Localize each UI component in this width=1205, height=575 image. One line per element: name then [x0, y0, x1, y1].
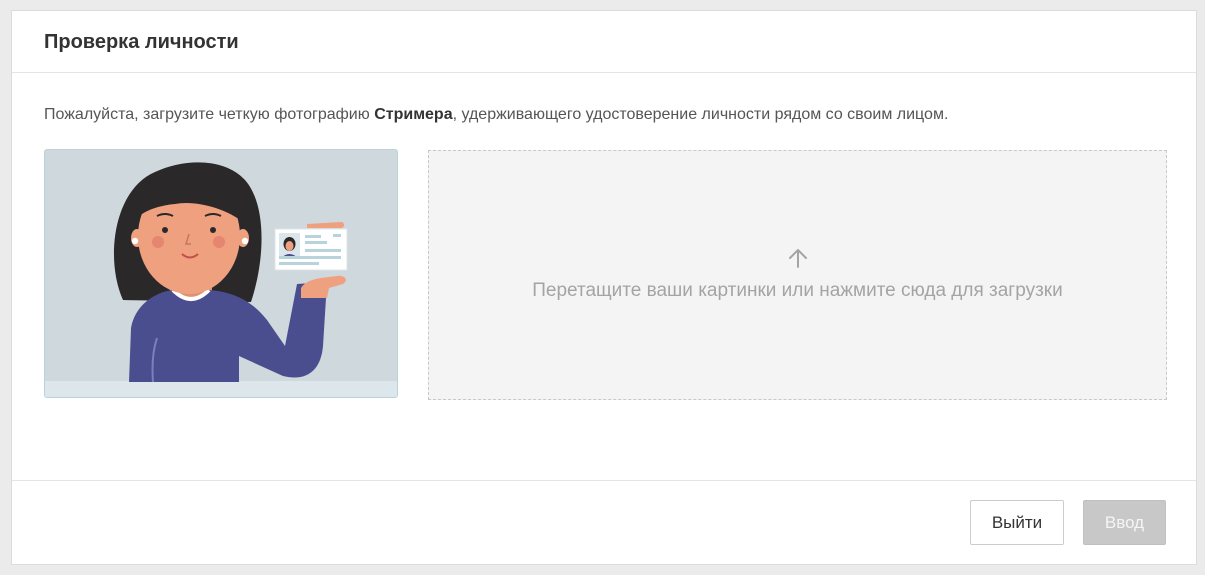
enter-button[interactable]: Ввод [1083, 500, 1166, 545]
dialog-footer: Выйти Ввод [12, 480, 1196, 564]
exit-button[interactable]: Выйти [970, 500, 1064, 545]
dialog-header: Проверка личности [12, 11, 1196, 73]
instructions-text-bold: Стримера [374, 106, 453, 123]
example-photo-illustration [44, 149, 398, 398]
dialog-body: Пожалуйста, загрузите четкую фотографию … [12, 73, 1196, 481]
instructions-text-end: , удерживающего удостоверение личности р… [452, 106, 949, 123]
dropzone-text: Перетащите ваши картинки или нажмите сюд… [532, 280, 1063, 301]
identity-verification-dialog: Проверка личности Пожалуйста, загрузите … [11, 10, 1197, 565]
instructions-text-start: Пожалуйста, загрузите четкую фотографию [44, 106, 375, 123]
image-upload-dropzone[interactable]: Перетащите ваши картинки или нажмите сюд… [428, 150, 1167, 400]
woman-holding-id-card-image [45, 150, 397, 397]
instructions-text: Пожалуйста, загрузите четкую фотографию … [44, 106, 948, 124]
dialog-title: Проверка личности [44, 31, 239, 53]
upload-arrow-icon [429, 247, 1166, 269]
